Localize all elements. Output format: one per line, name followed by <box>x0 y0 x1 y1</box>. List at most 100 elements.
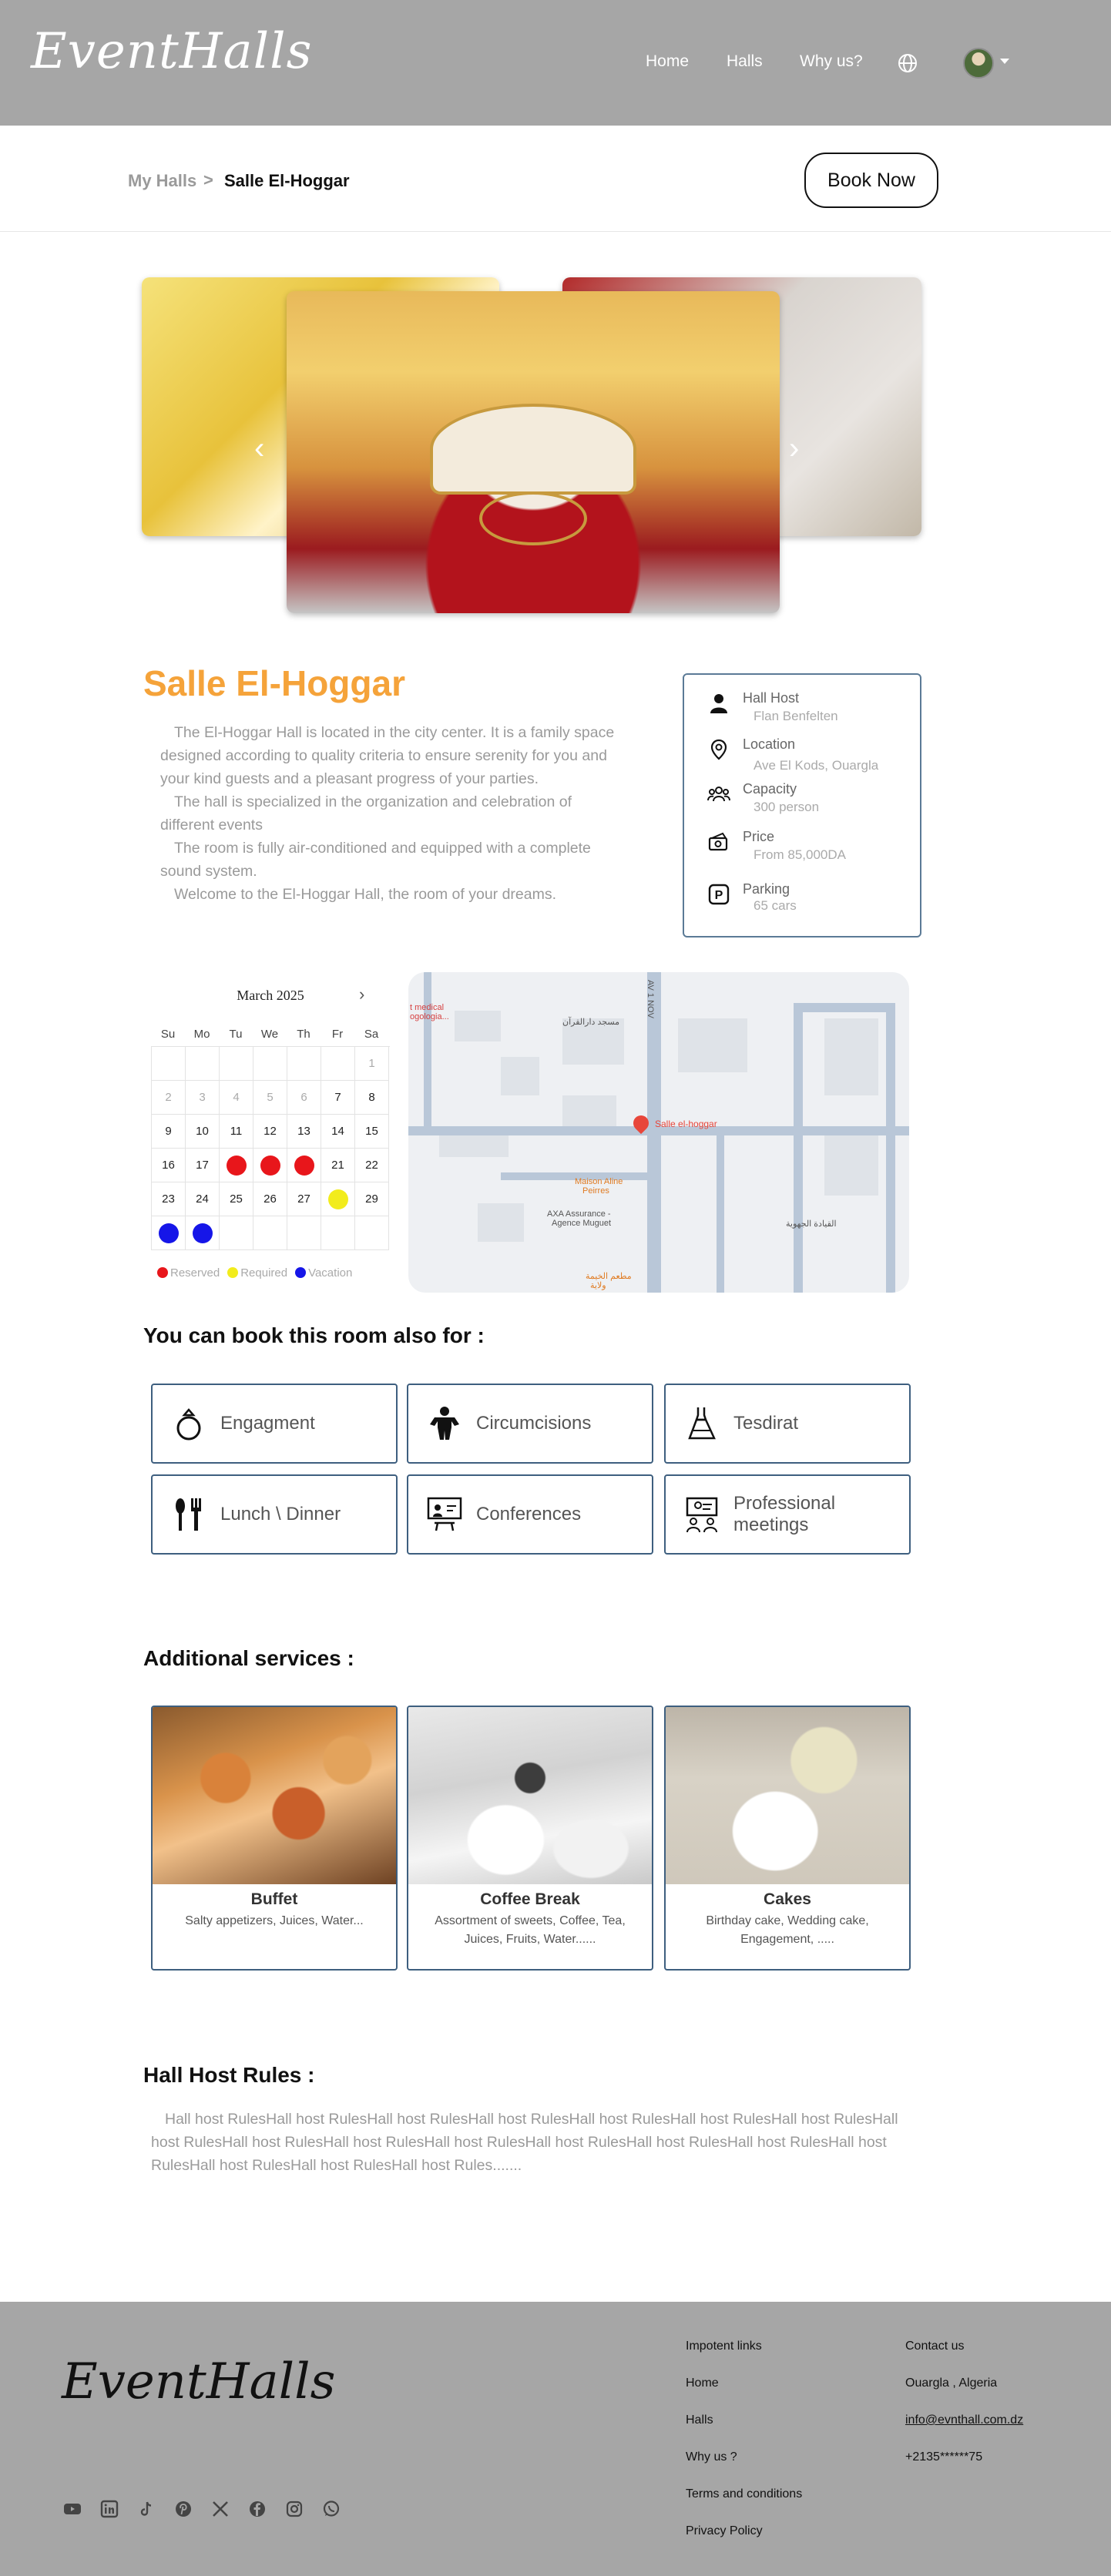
linkedin-icon[interactable] <box>100 2500 119 2518</box>
calendar-day[interactable] <box>253 1149 287 1182</box>
calendar-day[interactable] <box>186 1216 220 1250</box>
calendar-day[interactable] <box>220 1047 253 1081</box>
calendar-day[interactable] <box>287 1149 321 1182</box>
calendar-day[interactable]: 4 <box>220 1081 253 1115</box>
breadcrumb-parent[interactable]: My Halls <box>128 171 196 191</box>
x-icon[interactable] <box>211 2500 230 2518</box>
nav-home[interactable]: Home <box>646 52 689 71</box>
service-card-coffee-break[interactable]: Coffee Break Assortment of sweets, Coffe… <box>407 1706 653 1971</box>
calendar-day[interactable] <box>321 1182 355 1216</box>
calendar-day[interactable]: 11 <box>220 1115 253 1149</box>
calendar-day[interactable]: 27 <box>287 1182 321 1216</box>
service-description: Assortment of sweets, Coffee, Tea, Juice… <box>435 1914 626 1946</box>
calendar-day[interactable]: 22 <box>355 1149 389 1182</box>
hall-title: Salle El-Hoggar <box>143 663 405 703</box>
map-road <box>886 1003 895 1293</box>
day-status-dot-required <box>327 1189 348 1209</box>
pinterest-icon[interactable] <box>174 2500 193 2518</box>
map-place-label: AXA Assurance - <box>547 1209 611 1219</box>
chevron-right-icon[interactable]: › <box>359 984 364 1005</box>
calendar-day[interactable]: 12 <box>253 1115 287 1149</box>
day-number: 16 <box>162 1159 175 1172</box>
calendar-day[interactable] <box>152 1216 186 1250</box>
info-label: Parking <box>743 881 790 897</box>
type-conferences[interactable]: Conferences <box>407 1474 653 1555</box>
calendar-day[interactable]: 17 <box>186 1149 220 1182</box>
calendar-day[interactable] <box>253 1047 287 1081</box>
user-icon <box>710 694 727 713</box>
calendar-day[interactable]: 15 <box>355 1115 389 1149</box>
instagram-icon[interactable] <box>285 2500 304 2518</box>
calendar-day[interactable]: 9 <box>152 1115 186 1149</box>
calendar-day[interactable]: 7 <box>321 1081 355 1115</box>
avatar-icon[interactable] <box>963 48 994 79</box>
logo[interactable]: EventHalls <box>31 23 312 80</box>
calendar-day[interactable]: 26 <box>253 1182 287 1216</box>
tiktok-icon[interactable] <box>137 2500 156 2518</box>
footer-phone: +2135******75 <box>905 2450 983 2464</box>
weekday-label: Sa <box>364 1028 379 1041</box>
calendar-day[interactable]: 5 <box>253 1081 287 1115</box>
group-icon <box>707 787 730 802</box>
service-card-buffet[interactable]: Buffet Salty appetizers, Juices, Water..… <box>151 1706 398 1971</box>
calendar-day[interactable]: 21 <box>321 1149 355 1182</box>
calendar-day[interactable] <box>287 1216 321 1250</box>
chevron-right-icon[interactable]: › <box>789 431 799 466</box>
chevron-left-icon[interactable]: ‹ <box>254 431 264 466</box>
whatsapp-icon[interactable] <box>322 2500 341 2518</box>
day-status-dot-reserved <box>294 1155 314 1176</box>
calendar-day[interactable]: 8 <box>355 1081 389 1115</box>
map-place-label: مسجد دارالقرآن <box>562 1018 620 1027</box>
footer-link-why-us[interactable]: Why us ? <box>686 2450 737 2464</box>
calendar-day[interactable] <box>321 1216 355 1250</box>
calendar-day[interactable]: 10 <box>186 1115 220 1149</box>
type-tesdirat[interactable]: Tesdirat <box>664 1384 911 1464</box>
calendar-day[interactable] <box>321 1047 355 1081</box>
footer-link-home[interactable]: Home <box>686 2376 719 2390</box>
footer-link-terms[interactable]: Terms and conditions <box>686 2487 802 2501</box>
calendar-day[interactable]: 6 <box>287 1081 321 1115</box>
location-map[interactable]: t medical ogologia... مسجد دارالقرآن AV … <box>408 972 909 1293</box>
type-label: Professional meetings <box>733 1493 836 1535</box>
type-circumcisions[interactable]: Circumcisions <box>407 1384 653 1464</box>
type-professional-meetings[interactable]: Professional meetings <box>664 1474 911 1555</box>
calendar-day[interactable]: 13 <box>287 1115 321 1149</box>
type-lunch-dinner[interactable]: Lunch \ Dinner <box>151 1474 398 1555</box>
day-number: 14 <box>331 1125 344 1138</box>
calendar-day[interactable] <box>355 1216 389 1250</box>
calendar-day[interactable]: 16 <box>152 1149 186 1182</box>
nav-why-us[interactable]: Why us? <box>800 52 863 71</box>
calendar-day[interactable] <box>287 1047 321 1081</box>
hall-description: The El-Hoggar Hall is located in the cit… <box>160 721 623 906</box>
ring-icon <box>176 1408 201 1441</box>
caret-down-icon[interactable] <box>1000 59 1009 64</box>
globe-icon[interactable] <box>898 53 918 73</box>
footer-link-halls[interactable]: Halls <box>686 2413 713 2427</box>
calendar-day[interactable]: 24 <box>186 1182 220 1216</box>
day-number: 21 <box>331 1159 344 1172</box>
calendar-day[interactable] <box>186 1047 220 1081</box>
youtube-icon[interactable] <box>63 2500 82 2518</box>
facebook-icon[interactable] <box>248 2500 267 2518</box>
sofa-image <box>433 407 633 491</box>
calendar-day[interactable] <box>152 1047 186 1081</box>
service-card-cakes[interactable]: Cakes Birthday cake, Wedding cake, Engag… <box>664 1706 911 1971</box>
type-engagement[interactable]: Engagment <box>151 1384 398 1464</box>
footer-logo[interactable]: EventHalls <box>62 2353 335 2410</box>
footer-link-privacy[interactable]: Privacy Policy <box>686 2524 763 2538</box>
calendar-day[interactable]: 3 <box>186 1081 220 1115</box>
calendar-day[interactable] <box>253 1216 287 1250</box>
calendar-day[interactable]: 2 <box>152 1081 186 1115</box>
nav-halls[interactable]: Halls <box>727 52 763 71</box>
calendar-day[interactable]: 25 <box>220 1182 253 1216</box>
cutlery-icon <box>176 1498 201 1531</box>
calendar-day[interactable]: 29 <box>355 1182 389 1216</box>
footer-email-link[interactable]: info@evnthall.com.dz <box>905 2413 1023 2427</box>
info-label: Hall Host <box>743 690 800 706</box>
calendar-day[interactable]: 1 <box>355 1047 389 1081</box>
calendar-day[interactable] <box>220 1216 253 1250</box>
calendar-day[interactable] <box>220 1149 253 1182</box>
calendar-day[interactable]: 14 <box>321 1115 355 1149</box>
book-now-button[interactable]: Book Now <box>804 153 938 208</box>
calendar-day[interactable]: 23 <box>152 1182 186 1216</box>
